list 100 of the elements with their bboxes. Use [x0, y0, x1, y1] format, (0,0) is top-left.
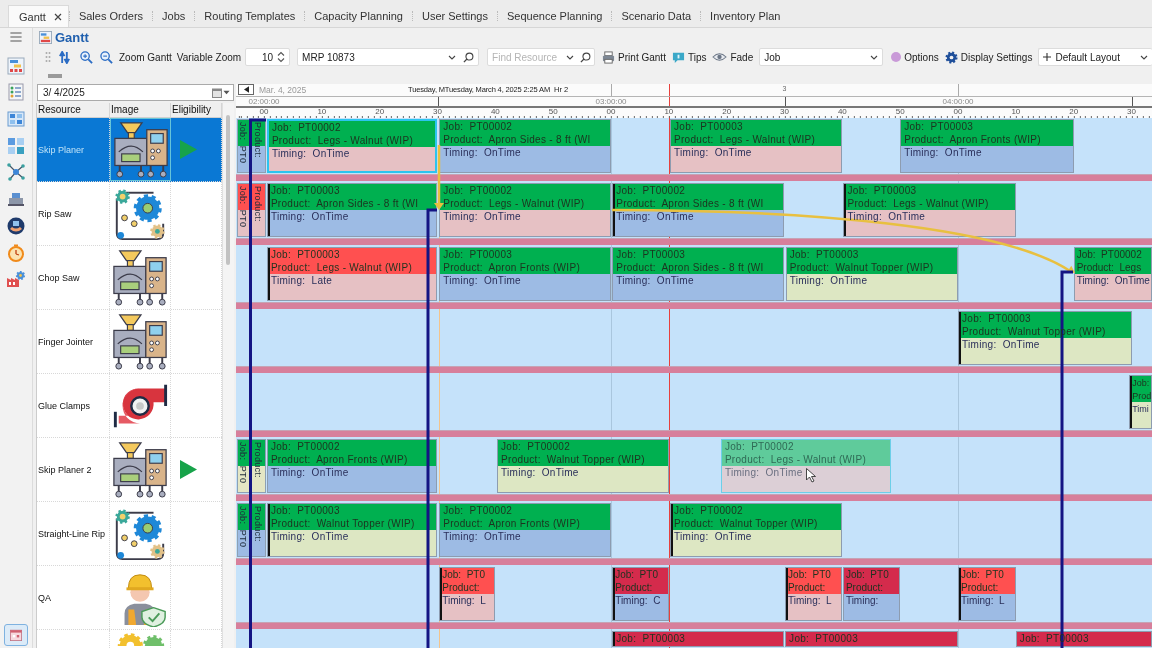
collapse-handle[interactable]	[48, 74, 62, 78]
tab[interactable]: Jobs	[153, 5, 195, 27]
list-icon[interactable]	[6, 82, 26, 103]
job-block[interactable]: Job: PT00002 Product: Legs - Walnut (WIP) Timing: OnTime	[439, 183, 611, 237]
job-block[interactable]: Job: PT00002 Product: Apron Fronts (WIP) Timing: OnTime	[266, 439, 438, 493]
job-block[interactable]: Job: PT00003 Product: Walnut Topper (WIP) Timing: OnTime	[266, 503, 438, 557]
job-block[interactable]: Job: PT00003 Product: Apron Fronts (WIP) Timing: OnTime	[900, 119, 1074, 173]
job-block[interactable]: Job: PT00002 Product: Walnut Topper (WIP) Timing: OnTime	[670, 503, 843, 557]
column-header[interactable]: Resource	[37, 103, 110, 117]
job-block[interactable]: Job: PT00002 Product: Apron Fronts (WIP) Timing: OnTime	[439, 503, 611, 557]
zoom-in-icon[interactable]	[80, 50, 93, 64]
calendar-icon[interactable]	[212, 87, 222, 98]
find-resource-field[interactable]: Find Resource	[487, 48, 596, 66]
resource-row[interactable]: Skip Planer 2	[37, 438, 222, 502]
options-button[interactable]: Options	[891, 48, 939, 66]
machine-icon	[111, 120, 170, 179]
resource-row[interactable]: Finger Jointer	[37, 310, 222, 374]
board-icon[interactable]	[6, 109, 26, 130]
fade-button[interactable]: Fade	[712, 48, 754, 66]
search-icon[interactable]	[580, 52, 592, 63]
display-settings-button[interactable]: Display Settings	[944, 48, 1033, 66]
tab[interactable]: Sales Orders	[69, 5, 153, 27]
resource-row[interactable]: Rip Saw	[37, 182, 222, 246]
resource-row[interactable]: QA	[37, 566, 222, 630]
resource-row[interactable]: Glue Clamps	[37, 374, 222, 438]
job-block[interactable]: Job: PT00003 Product: Walnut Topper (WIP) Timing: OnTime	[785, 247, 958, 301]
product-text: Product:	[253, 122, 263, 158]
mrp-dropdown[interactable]: MRP 10873	[297, 48, 480, 66]
job-block[interactable]: Job: PT0 Product: Timing:	[842, 567, 901, 621]
job-block[interactable]: Job: PT00002 Product: Legs - Walnut (WIP) Timing: OnTime	[266, 119, 438, 173]
scrollbar-thumb[interactable]	[226, 115, 230, 265]
tab[interactable]: User Settings	[412, 5, 497, 27]
factory-gear-icon[interactable]	[6, 269, 26, 290]
dependency-arrow	[434, 145, 444, 210]
tab[interactable]: Capacity Planning	[305, 5, 412, 27]
drag-handle-icon[interactable]	[45, 51, 51, 63]
job-block[interactable]: Job: PT0 Product: Timing: C	[612, 567, 669, 621]
job-text: Job: PT00003	[904, 121, 974, 134]
tab[interactable]: Gantt	[8, 5, 69, 27]
scroll-left-button[interactable]	[238, 84, 254, 95]
resource-row[interactable]: Chop Saw	[37, 246, 222, 310]
product-text: Product:	[788, 581, 826, 594]
caret-icon[interactable]	[1140, 54, 1148, 60]
column-header[interactable]: Image	[110, 103, 171, 117]
resource-row[interactable]: Straight-Line Rip	[37, 502, 222, 566]
menu-icon[interactable]	[8, 29, 24, 45]
tab[interactable]: Scenario Data	[612, 5, 701, 27]
fade-by-dropdown[interactable]: Job	[759, 48, 884, 66]
caret-icon[interactable]	[223, 90, 230, 95]
calendar-icon[interactable]	[4, 624, 28, 646]
zoom-out-icon[interactable]	[100, 50, 113, 64]
job-block[interactable]: Job: PT0 Product: Timing: L	[439, 567, 496, 621]
job-block[interactable]: Job: Prod Timi	[1129, 375, 1152, 429]
tab[interactable]: Routing Templates	[195, 5, 305, 27]
timing-text: Timing: OnTime	[674, 531, 752, 544]
scrollbar-track[interactable]	[222, 103, 234, 648]
layout-dropdown[interactable]: Default Layout	[1038, 48, 1152, 66]
job-block[interactable]: Job: PT0 Product: Timing: L	[785, 567, 843, 621]
stopwatch-icon[interactable]	[6, 242, 26, 263]
tips-button[interactable]: Tips	[671, 48, 707, 66]
print-gantt-button[interactable]: Print Gantt	[602, 48, 666, 66]
search-icon[interactable]	[463, 51, 475, 63]
gantt-chart-icon[interactable]	[6, 55, 26, 76]
job-block[interactable]: Job: PT00003 Product: Apron Sides - 8 ft (WI Timing: OnTime	[612, 247, 785, 301]
variable-zoom-button[interactable]: Variable Zoom	[176, 48, 242, 66]
network-icon[interactable]	[6, 162, 26, 183]
caret-icon[interactable]	[870, 54, 879, 60]
job-block[interactable]: Job: PT00002 Product: Legs - Walnut (WIP) Timing: OnTime	[720, 439, 892, 493]
round-badge-icon[interactable]	[6, 215, 26, 236]
zoom-spinner[interactable]: 10	[245, 48, 291, 66]
resource-name: Skip Planer	[38, 144, 85, 155]
job-block[interactable]: Job: PT00003 Product: Apron Fronts (WIP) Timing: OnTime	[439, 247, 611, 301]
job-block[interactable]: Job: PT00003 Product: Legs - Walnut (WIP) Timing: OnTime	[670, 119, 843, 173]
date-field[interactable]: 3/ 4/2025	[37, 84, 234, 101]
grid-icon[interactable]	[6, 135, 26, 156]
timing-text: Timing: OnTime	[270, 467, 349, 480]
job-block[interactable]: Job: PT00002 Product: Apron Sides - 8 ft (WI Timing: OnTime	[439, 119, 611, 173]
close-icon[interactable]	[53, 12, 62, 21]
job-block[interactable]: Job: PT0 Product:	[237, 503, 266, 557]
plus-icon[interactable]	[1043, 53, 1052, 61]
job-block[interactable]: Job: PT00003 Product: Apron Sides - 8 ft (WI Timing: OnTime	[266, 183, 438, 237]
sort-icon[interactable]	[58, 50, 71, 64]
job-block[interactable]: Job: PT00003 Product: Legs - Walnut (WIP) Timing: OnTime	[843, 183, 1016, 237]
job-text: Job: PT00003	[789, 249, 859, 262]
zoom-gantt-button[interactable]: Zoom Gantt	[119, 48, 172, 66]
tab[interactable]: Inventory Plan	[701, 5, 790, 27]
job-block[interactable]: Job: PT0 Product:	[237, 439, 266, 493]
job-block[interactable]: Job: PT0 Product: Timing: L	[958, 567, 1016, 621]
minute-label: 10	[1010, 108, 1022, 116]
job-block[interactable]: Job: PT00003 Product: Legs - Walnut (WIP) Timing: Late	[266, 247, 438, 301]
job-block[interactable]: Job: PT00002 Product: Legs Timing: OnTime	[1073, 247, 1152, 301]
spinner-arrows-icon[interactable]	[277, 51, 286, 63]
job-block[interactable]: Job: PT0 Product:	[237, 183, 266, 237]
caret-icon[interactable]	[448, 54, 457, 60]
tab[interactable]: Sequence Planning	[497, 5, 612, 27]
resource-row[interactable]: Skip Planer	[37, 118, 222, 182]
job-block[interactable]: Job: PT00002 Product: Apron Sides - 8 ft (WI Timing: OnTime	[612, 183, 785, 237]
caret-icon[interactable]	[566, 55, 575, 60]
job-block[interactable]: Job: PT0 Product:	[237, 119, 266, 173]
job-block[interactable]: Job: PT00002 Product: Walnut Topper (WIP) Timing: OnTime	[497, 439, 669, 493]
